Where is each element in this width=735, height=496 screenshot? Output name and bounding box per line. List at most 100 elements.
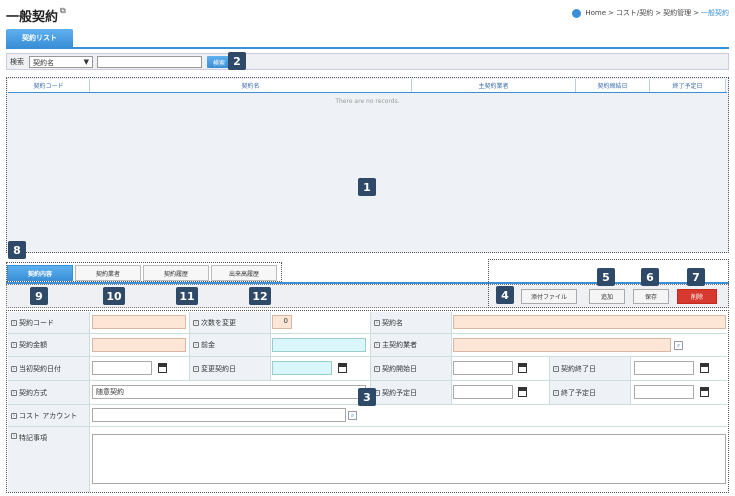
- contract-grid: 契約コード 契約名 主契約業者 契約締結日 終了予定日 There are no…: [6, 77, 729, 253]
- calendar-icon[interactable]: [518, 387, 527, 397]
- badge-6: 6: [641, 268, 659, 286]
- tab-contract-list[interactable]: 契約リスト: [6, 29, 73, 47]
- badge-12: 12: [249, 287, 271, 305]
- arrow-icon: ›: [11, 412, 17, 419]
- label-change-count: › 次数を変更: [189, 312, 271, 333]
- label-end-date: › 契約終了日: [549, 357, 631, 380]
- badge-9: 9: [30, 287, 48, 305]
- planned-date-input[interactable]: [453, 385, 513, 399]
- main-contractor-input[interactable]: [453, 338, 671, 352]
- save-button[interactable]: 保存: [633, 289, 669, 304]
- col-contract-name[interactable]: 契約名: [90, 79, 412, 92]
- label-contract-name: › 契約名: [370, 312, 452, 333]
- arrow-icon: ›: [374, 319, 380, 326]
- label-cost-account: › コスト アカウント: [8, 405, 90, 426]
- add-button[interactable]: 追加: [589, 289, 625, 304]
- end-date-input[interactable]: [634, 361, 694, 375]
- form-row: › 契約コード › 次数を変更 0 › 契約名: [8, 312, 727, 334]
- breadcrumb: Home > コスト/契約 > 契約管理 > 一般契約: [572, 8, 729, 18]
- calendar-icon[interactable]: [700, 387, 709, 397]
- search-icon[interactable]: ⌕: [348, 411, 357, 420]
- col-end-date[interactable]: 終了予定日: [650, 79, 726, 92]
- arrow-icon: ›: [193, 365, 199, 372]
- search-field-select[interactable]: 契約名 ▼: [29, 56, 93, 68]
- form-row: › 特記事項: [8, 427, 727, 492]
- label-change-date: › 変更契約日: [189, 357, 271, 380]
- arrow-icon: ›: [374, 342, 380, 348]
- delete-button[interactable]: 削除: [677, 289, 717, 304]
- badge-11: 11: [176, 287, 198, 305]
- external-link-icon[interactable]: ⧉: [60, 6, 66, 15]
- search-select-value: 契約名: [33, 59, 54, 67]
- search-input[interactable]: [97, 56, 202, 68]
- label-text: 契約方式: [19, 388, 47, 397]
- label-text: 主契約業者: [382, 341, 417, 349]
- cost-account-input[interactable]: [92, 408, 346, 422]
- label-amount: › 契約金額: [8, 334, 90, 356]
- search-icon[interactable]: ⌕: [674, 341, 683, 350]
- breadcrumb-home[interactable]: Home: [585, 9, 606, 17]
- form-row: › 当初契約日付 › 変更契約日 › 契約開始日 › 契約終了日: [8, 357, 727, 381]
- arrow-icon: ›: [11, 342, 17, 348]
- empty-message: There are no records.: [335, 98, 400, 105]
- arrow-icon: ›: [11, 365, 17, 372]
- arrow-icon: ›: [11, 319, 17, 326]
- label-initial-date: › 当初契約日付: [8, 357, 90, 380]
- label-text: 変更契約日: [201, 364, 236, 373]
- calendar-icon[interactable]: [700, 363, 709, 373]
- breadcrumb-cost[interactable]: コスト/契約: [616, 8, 653, 18]
- initial-date-input[interactable]: [92, 361, 152, 375]
- contract-name-input[interactable]: [453, 315, 726, 329]
- tab-underline: [6, 47, 729, 49]
- label-text: 特記事項: [19, 434, 47, 442]
- arrow-icon: ›: [11, 433, 17, 439]
- badge-3: 3: [358, 388, 376, 406]
- contract-code-input[interactable]: [92, 315, 186, 329]
- change-count-input[interactable]: 0: [272, 315, 292, 329]
- label-text: 契約終了日: [561, 364, 596, 373]
- col-main-contractor[interactable]: 主契約業者: [412, 79, 576, 92]
- calendar-icon[interactable]: [518, 363, 527, 373]
- remarks-textarea[interactable]: [92, 434, 726, 484]
- label-text: 契約開始日: [382, 364, 417, 373]
- grid-header: 契約コード 契約名 主契約業者 契約締結日 終了予定日: [8, 79, 727, 93]
- arrow-icon: ›: [553, 365, 559, 372]
- badge-8: 8: [8, 241, 26, 259]
- label-text: 当初契約日付: [19, 364, 61, 373]
- label-text: 次数を変更: [201, 318, 236, 327]
- amount-input[interactable]: [92, 338, 186, 352]
- planned-end-input[interactable]: [634, 385, 694, 399]
- method-input[interactable]: 随意契約: [92, 385, 366, 399]
- arrow-icon: ›: [193, 319, 199, 326]
- tab-contractors[interactable]: 契約業者: [75, 265, 141, 281]
- search-label: 検索: [10, 58, 24, 66]
- arrow-icon: ›: [193, 342, 199, 348]
- label-contract-code: › 契約コード: [8, 312, 90, 333]
- home-icon[interactable]: [572, 8, 582, 18]
- label-main-contractor: › 主契約業者: [370, 334, 452, 356]
- badge-1: 1: [358, 178, 376, 196]
- tab-contract-history[interactable]: 契約履歴: [143, 265, 209, 281]
- change-date-input[interactable]: [272, 361, 332, 375]
- tab-progress-history[interactable]: 出来高履歴: [211, 265, 277, 281]
- label-method: › 契約方式: [8, 381, 90, 404]
- label-text: 終了予定日: [561, 388, 596, 397]
- breadcrumb-sep: >: [693, 9, 699, 17]
- label-planned-end: › 終了予定日: [549, 381, 631, 404]
- label-remarks: › 特記事項: [8, 427, 90, 492]
- breadcrumb-contract-mgmt[interactable]: 契約管理: [663, 8, 691, 18]
- sub-tabs: 契約内容 契約業者 契約履歴 出来高履歴: [6, 262, 282, 282]
- label-text: 前金: [201, 341, 215, 349]
- breadcrumb-sep: >: [655, 9, 662, 17]
- tab-contract-details[interactable]: 契約内容: [7, 265, 73, 281]
- badge-7: 7: [687, 268, 705, 286]
- col-contract-code[interactable]: 契約コード: [8, 79, 90, 92]
- start-date-input[interactable]: [453, 361, 513, 375]
- arrow-icon: ›: [11, 389, 17, 396]
- col-contract-date[interactable]: 契約締結日: [576, 79, 650, 92]
- calendar-icon[interactable]: [158, 363, 167, 373]
- attach-file-button[interactable]: 添付ファイル: [521, 289, 577, 304]
- calendar-icon[interactable]: [338, 363, 347, 373]
- advance-input[interactable]: [272, 338, 366, 352]
- badge-2: 2: [228, 52, 246, 70]
